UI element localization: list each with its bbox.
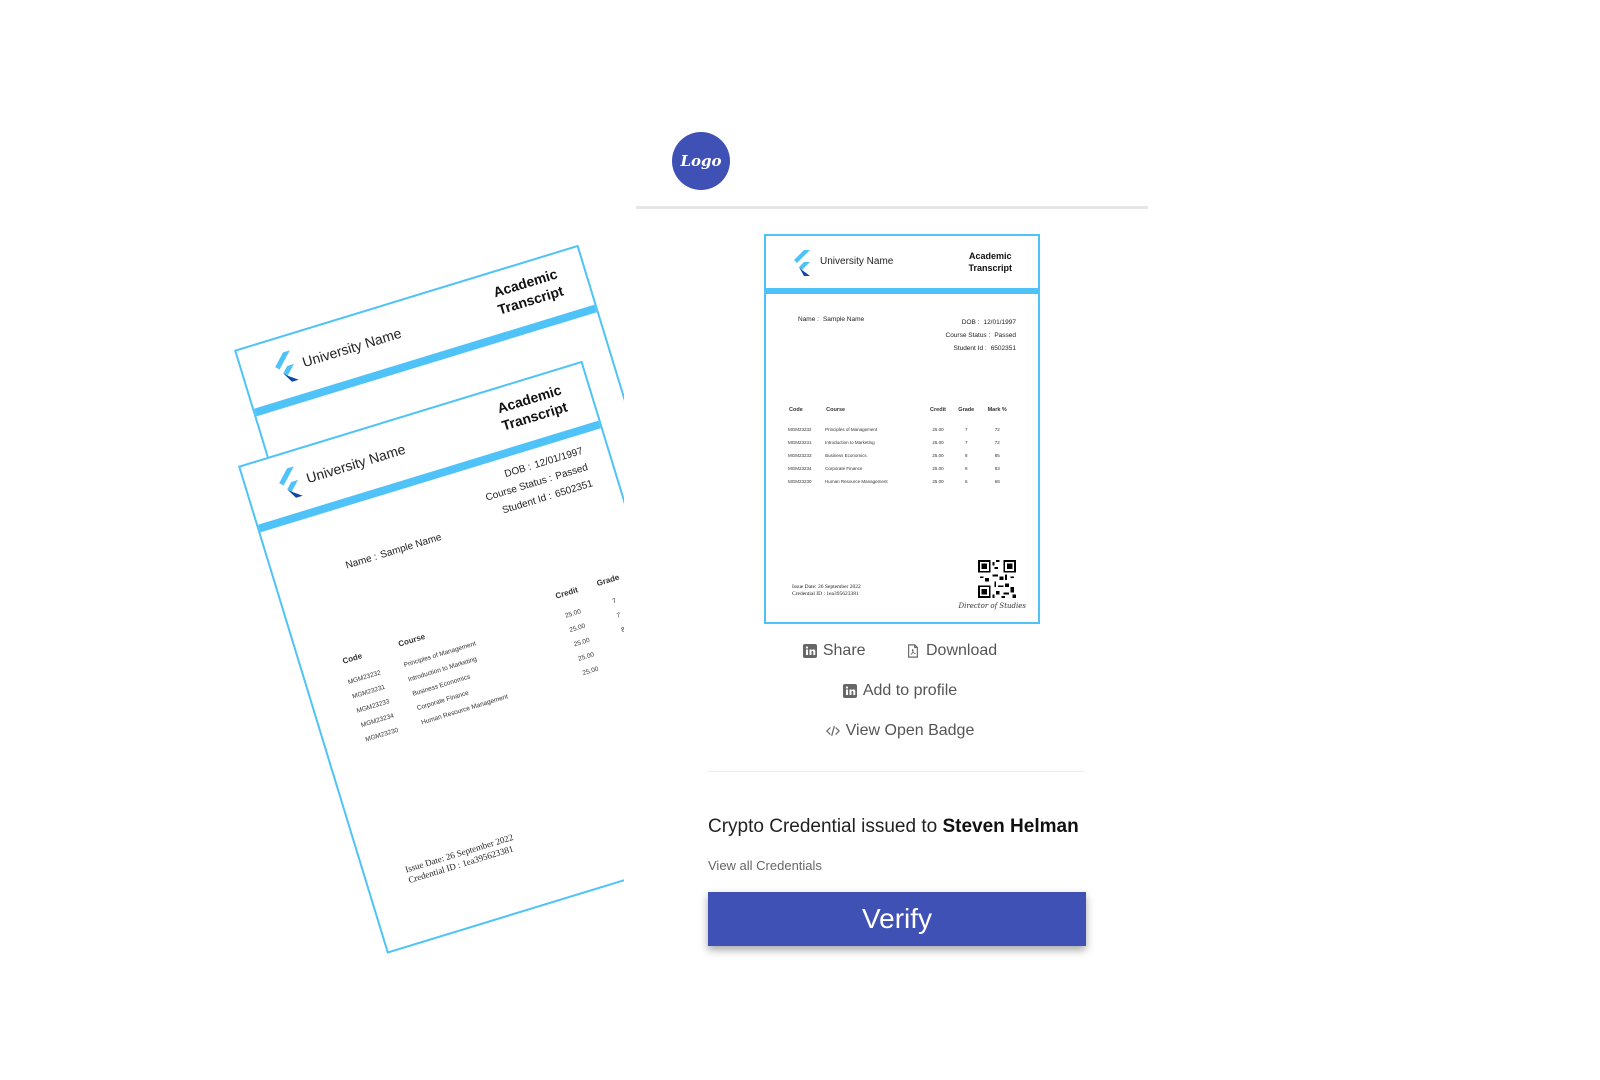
cell-code: MGM23231 (788, 440, 812, 445)
credential-issued-text: Crypto Credential issued to Steven Helma… (708, 816, 1079, 838)
table-row: MGM23230 Human Resource Management 25.00 6 6… (788, 475, 1014, 488)
grades-table: Code Course Credit Grade MGM23232 Princip… (340, 569, 624, 748)
cell-course: Corporate Finance (825, 466, 863, 471)
cell-credit: 25.00 (932, 440, 944, 445)
university-name: University Name (304, 440, 408, 487)
issue-info: Issue Date: 26 September 2022 Credential… (792, 584, 861, 598)
linkedin-icon (802, 644, 817, 658)
cell-grade: 8 (965, 453, 968, 458)
flutter-logo-icon (794, 250, 810, 276)
transcript-title: Academic Transcript (968, 250, 1012, 274)
cell-mark: 83 (994, 466, 1000, 471)
view-open-badge-link[interactable]: View Open Badge (825, 722, 975, 740)
cell-course: Business Economics (825, 453, 867, 458)
signature: Director of Studies (958, 602, 1026, 610)
view-all-credentials-link[interactable]: View all Credentials (708, 858, 822, 873)
title-line-2: Transcript (968, 263, 1012, 273)
cell-mark: 68 (994, 479, 1000, 484)
pdf-icon (908, 644, 918, 658)
student-name: Name :Sample Name (344, 532, 442, 572)
cell-course: Human Resource Management (825, 479, 888, 484)
issued-prefix: Crypto Credential issued to (708, 816, 938, 837)
view-open-badge-label: View Open Badge (845, 722, 975, 739)
cell-grade: 8 (965, 466, 968, 471)
flutter-logo-icon (279, 466, 303, 498)
issue-info: Issue Date: 26 September 2022 Credential… (404, 832, 518, 886)
cell-course: Introduction to Marketing (825, 440, 875, 445)
cell-code: MGM23234 (788, 466, 812, 471)
header-divider (636, 206, 1148, 209)
col-mark: Mark % (987, 407, 1007, 413)
name-label: Name : (344, 551, 379, 572)
table-row: MGM23231 Introduction to Marketing 25.00 7 7… (788, 436, 1014, 449)
cell-mark: 72 (994, 427, 1000, 432)
dob-value: 12/01/1997 (983, 319, 1016, 326)
issuer-logo: Logo (672, 132, 730, 190)
add-to-profile-button[interactable]: Add to profile (842, 682, 958, 700)
transcript-title: Academic Transcript (494, 380, 569, 434)
cell-credit: 25.00 (932, 453, 944, 458)
student-id-line: Student Id :6502351 (946, 342, 1016, 355)
open-badge-row: View Open Badge (700, 722, 1100, 743)
transcript-title: Academic Transcript (490, 264, 565, 318)
table-row: MGM23234 Corporate Finance 25.00 8 83 (788, 462, 1014, 475)
cell-credit: 25.00 (932, 427, 944, 432)
cell-code: MGM23230 (788, 479, 812, 484)
issue-date: Issue Date: 26 September 2022 (792, 584, 861, 590)
cell-mark: 72 (994, 440, 1000, 445)
status-label: Course Status : (945, 332, 991, 339)
linkedin-icon (842, 684, 857, 698)
cell-course: Principles of Management (825, 427, 878, 432)
download-label: Download (926, 642, 998, 659)
transcript-document[interactable]: University Name Academic Transcript Name… (764, 234, 1040, 624)
cell-code: MGM23233 (788, 453, 812, 458)
cell-code: MGM23232 (788, 427, 812, 432)
dob-line: DOB :12/01/1997 (946, 316, 1016, 329)
student-details: DOB :12/01/1997 Course Status :Passed St… (946, 316, 1017, 355)
table-row: MGM23232 Principles of Management 25.00 7 72 (788, 423, 1014, 436)
code-icon (825, 726, 840, 736)
title-line-1: Academic (968, 251, 1012, 261)
col-credit: Credit (930, 407, 946, 413)
cell-credit: 25.00 (932, 466, 944, 471)
university-name: University Name (820, 256, 894, 267)
col-code: Code (789, 407, 803, 413)
status-line: Course Status :Passed (946, 329, 1017, 342)
download-button[interactable]: Download (906, 642, 997, 660)
qr-code-icon (978, 560, 1016, 598)
table-row: MGM23233 Business Economics 25.00 8 85 (788, 449, 1014, 462)
transcript-preview-stack: University Name Academic Transcript Univ… (200, 200, 624, 1000)
cell-mark: 85 (994, 453, 1000, 458)
transcript-front-copy: University Name Academic Transcript Name… (238, 360, 624, 954)
flutter-logo-icon (275, 350, 299, 382)
add-to-profile-label: Add to profile (862, 682, 958, 699)
col-grade: Grade (958, 407, 975, 413)
status-value: Passed (994, 332, 1016, 339)
verify-button[interactable]: Verify (708, 892, 1086, 946)
section-divider (708, 771, 1084, 772)
student-id-label: Student Id : (953, 345, 987, 352)
grades-table: Code Course Credit Grade Mark % MGM23232… (788, 406, 1014, 488)
name-value: Sample Name (822, 316, 865, 323)
name-label: Name : (798, 316, 819, 323)
share-button[interactable]: Share (802, 642, 866, 660)
transcript-header: University Name Academic Transcript (766, 236, 1038, 294)
cell-grade: 7 (965, 440, 968, 445)
student-id-value: 6502351 (990, 345, 1016, 352)
cell-grade: 6 (965, 479, 968, 484)
share-download-row: Share Download (700, 642, 1100, 663)
cell-grade: 7 (965, 427, 968, 432)
university-name: University Name (300, 324, 404, 371)
student-name: Name :Sample Name (798, 316, 864, 323)
share-label: Share (822, 642, 866, 659)
grades-header-row: Code Course Credit Grade Mark % (788, 406, 1014, 423)
credential-id: Credential ID : 1ea395623381 (792, 591, 859, 597)
add-profile-row: Add to profile (700, 682, 1100, 703)
recipient-name: Steven Helman (942, 816, 1079, 837)
dob-label: DOB : (961, 319, 980, 326)
cell-credit: 25.00 (932, 479, 944, 484)
col-course: Course (826, 407, 846, 413)
name-value: Sample Name (379, 531, 443, 561)
